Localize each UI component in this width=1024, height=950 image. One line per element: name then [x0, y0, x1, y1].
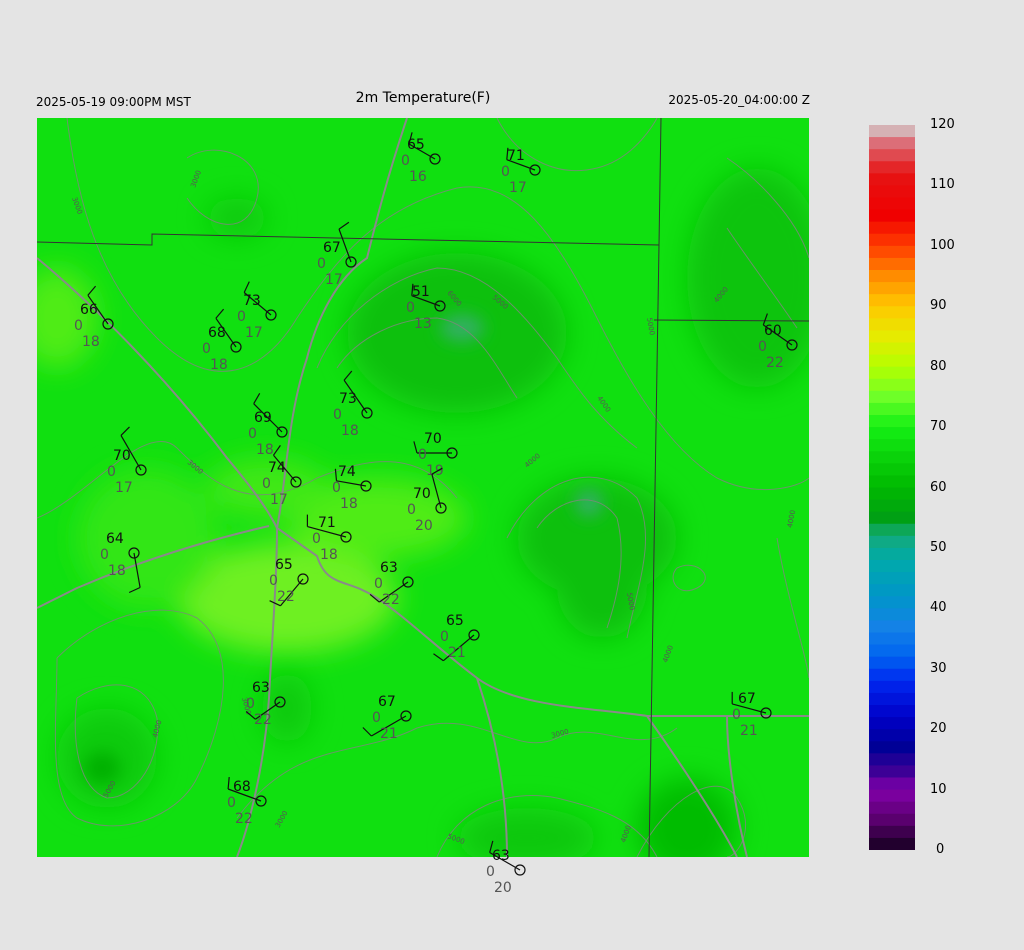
colorbar-band: [869, 415, 915, 428]
colorbar-band: [869, 560, 915, 573]
colorbar-band: [869, 257, 915, 271]
colorbar-band: [869, 596, 915, 609]
colorbar-band: [869, 644, 915, 658]
colorbar-band: [869, 692, 915, 706]
colorbar-labels: 120 110 100 90 80 70 60 50 40 30 20 10 0: [920, 0, 1020, 950]
colorbar-band: [869, 523, 915, 537]
colorbar-band: [869, 221, 915, 235]
colorbar-band: [869, 245, 915, 259]
colorbar-band: [869, 632, 915, 646]
utc-time-label: 2025-05-20_04:00:00 Z: [668, 93, 810, 107]
colorbar-band: [869, 282, 915, 295]
colorbar-band: [869, 813, 915, 827]
colorbar-band: [869, 294, 915, 307]
colorbar-tick-label: 70: [930, 419, 947, 435]
colorbar-band: [869, 306, 915, 319]
colorbar-band: [869, 572, 915, 585]
colorbar-band: [869, 656, 915, 670]
colorbar-band: [869, 185, 915, 199]
colorbar-band: [869, 717, 915, 730]
colorbar-band: [869, 463, 915, 477]
colorbar-band: [869, 137, 915, 150]
colorbar-band: [869, 487, 915, 501]
colorbar-band: [869, 270, 915, 283]
station-dewpoint: 0: [486, 864, 495, 880]
colorbar-band: [869, 390, 915, 404]
colorbar-band: [869, 705, 915, 718]
colorbar-band: [869, 535, 915, 549]
colorbar-band: [869, 330, 915, 344]
colorbar-band: [869, 729, 915, 742]
colorbar-tick-label: 120: [930, 117, 955, 132]
colorbar-band: [869, 451, 915, 464]
colorbar-band: [869, 789, 915, 803]
colorbar-band: [869, 547, 915, 561]
colorbar-tick-label: 100: [930, 237, 955, 253]
colorbar-tick-label: 60: [930, 479, 947, 495]
temperature-map: 3000 3000 5000 6000 4000 4000 4000 5000 …: [37, 118, 809, 857]
colorbar-band: [869, 511, 915, 525]
colorbar-band: [869, 402, 915, 416]
colorbar-tick-label: 40: [930, 600, 947, 616]
colorbar-band: [869, 741, 915, 754]
colorbar-band: [869, 378, 915, 392]
colorbar-band: [869, 427, 915, 440]
colorbar-band: [869, 620, 915, 634]
colorbar-tick-label: 10: [930, 781, 947, 797]
colorbar-tick-label: 90: [930, 298, 947, 314]
colorbar: [869, 125, 915, 850]
colorbar-tick-label: 50: [930, 539, 947, 555]
colorbar-tick-label: 30: [930, 660, 947, 676]
colorbar-band: [869, 197, 915, 211]
temperature-field: 3000 3000 5000 6000 4000 4000 4000 5000 …: [37, 118, 809, 857]
colorbar-band: [869, 584, 915, 597]
colorbar-band: [869, 233, 915, 247]
colorbar-band: [869, 765, 915, 779]
colorbar-band: [869, 342, 915, 356]
colorbar-tick-label: 110: [930, 177, 955, 193]
colorbar-band: [869, 125, 915, 138]
colorbar-tick-label: 0: [936, 842, 945, 857]
colorbar-band: [869, 149, 915, 162]
colorbar-band: [869, 173, 915, 187]
colorbar-band: [869, 209, 915, 223]
colorbar-band: [869, 439, 915, 452]
colorbar-band: [869, 499, 915, 513]
colorbar-band: [869, 753, 915, 767]
colorbar-band: [869, 680, 915, 694]
colorbar-tick-label: 80: [930, 358, 947, 374]
colorbar-band: [869, 366, 915, 380]
colorbar-band: [869, 608, 915, 622]
colorbar-band: [869, 161, 915, 174]
colorbar-tick-label: 20: [930, 721, 947, 737]
colorbar-band: [869, 668, 915, 682]
colorbar-band: [869, 837, 915, 850]
colorbar-band: [869, 354, 915, 368]
colorbar-band: [869, 475, 915, 489]
colorbar-band: [869, 777, 915, 791]
colorbar-band: [869, 801, 915, 815]
station-circle: [514, 864, 526, 876]
colorbar-band: [869, 318, 915, 332]
colorbar-band: [869, 825, 915, 839]
station-visibility: 20: [494, 880, 512, 896]
